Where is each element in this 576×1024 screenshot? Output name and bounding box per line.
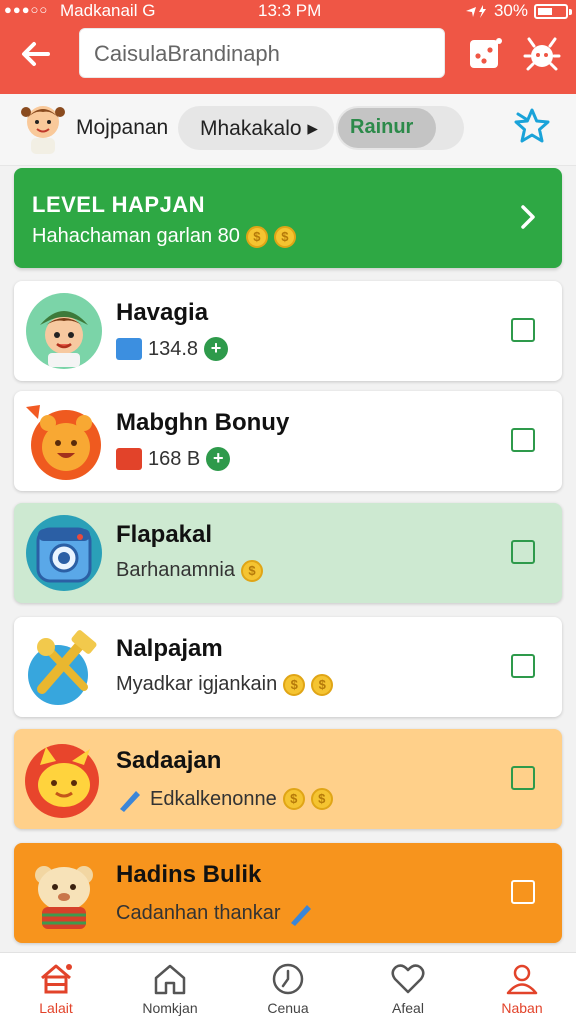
clock-icon <box>272 963 304 995</box>
pen-icon <box>290 905 311 926</box>
nav-item-profile[interactable]: Naban <box>472 960 572 1020</box>
level-title: LEVEL HAPJAN <box>32 192 206 217</box>
nav-label: Afeal <box>392 1000 424 1016</box>
clock-time: 13:3 PM <box>258 1 322 20</box>
tab-first[interactable]: Mojpanan <box>64 106 194 150</box>
coin-icon: $ <box>240 559 263 582</box>
nav-item-latest[interactable]: Lalait <box>6 960 106 1020</box>
coin-icon: $ <box>245 225 268 248</box>
item-checkbox[interactable] <box>511 654 535 678</box>
bear-avatar-icon <box>35 866 93 929</box>
coin-icon: $ <box>310 788 333 810</box>
tab-third-label: Rainur <box>338 108 436 148</box>
star-icon[interactable] <box>512 106 552 146</box>
item-subtitle: Barhanamnia <box>116 559 235 581</box>
signal-dots-icon: ●●●○○ <box>4 2 49 17</box>
search-value: CaisulaBrandinaph <box>94 41 280 66</box>
battery-icon <box>534 3 572 19</box>
nav-label: Cenua <box>267 1000 309 1016</box>
camera-app-icon <box>26 515 102 591</box>
item-subtitle-row: Cadanhan thankar <box>116 899 315 927</box>
tab-first-label: Mojpanan <box>76 116 169 139</box>
pen-icon <box>120 791 140 812</box>
item-subtitle-row: Edkalkenonne $ $ <box>116 785 333 813</box>
carrier-label: Madkanail G <box>60 1 156 20</box>
nav-label: Naban <box>501 1000 543 1016</box>
item-subtitle: Cadanhan thankar <box>116 901 281 924</box>
item-subtitle-row: Barhanamnia $ <box>116 559 263 582</box>
item-subtitle-row: 168 B + <box>116 447 231 471</box>
item-subtitle-row: 134.8 + <box>116 337 229 361</box>
heart-icon <box>391 964 425 994</box>
item-checkbox[interactable] <box>511 318 535 342</box>
item-checkbox[interactable] <box>511 766 535 790</box>
coin-icon: $ <box>311 673 334 696</box>
item-checkbox[interactable] <box>511 540 535 564</box>
dice-icon[interactable] <box>465 34 505 74</box>
boy-avatar-icon <box>26 293 102 369</box>
house-icon <box>154 964 186 995</box>
list-item[interactable]: Hadins Bulik Cadanhan thankar <box>14 843 562 943</box>
level-subtitle-row: Hahachaman garlan 80 $ $ <box>32 225 296 248</box>
item-title: Nalpajam <box>116 635 223 662</box>
chevron-right-icon <box>521 205 535 229</box>
nav-item-favorites[interactable]: Afeal <box>358 960 458 1020</box>
item-subtitle: Myadkar igjankain <box>116 673 278 695</box>
level-banner[interactable]: LEVEL HAPJAN Hahachaman garlan 80 $ $ <box>14 168 562 268</box>
person-icon <box>506 964 538 995</box>
nav-item-center[interactable]: Cenua <box>238 960 338 1020</box>
item-subtitle: 134.8 <box>148 337 199 360</box>
item-title: Havagia <box>116 299 209 326</box>
back-arrow-icon[interactable] <box>18 36 54 72</box>
level-subtitle: Hahachaman garlan 80 <box>32 225 240 247</box>
mascot-avatar[interactable] <box>18 100 68 156</box>
gift-box-icon <box>116 448 142 470</box>
item-title: Mabghn Bonuy <box>116 409 290 436</box>
nav-label: Nomkjan <box>142 1000 198 1016</box>
item-subtitle: 168 B <box>148 447 201 470</box>
item-title: Hadins Bulik <box>116 861 262 888</box>
item-title: Flapakal <box>116 521 213 548</box>
list-item[interactable]: Havagia 134.8 + <box>14 281 562 381</box>
nav-item-home[interactable]: Nomkjan <box>120 960 220 1020</box>
status-bar: ●●●○○ Madkanail G 13:3 PM 30% <box>0 0 576 22</box>
home-icon <box>41 964 72 994</box>
location-icon <box>465 5 486 18</box>
list-item[interactable]: Flapakal Barhanamnia $ <box>14 503 562 603</box>
item-checkbox[interactable] <box>511 880 535 904</box>
tab-second-label: Mhakakalo ▸ <box>200 117 318 140</box>
battery-percent: 30% <box>493 1 528 20</box>
add-icon[interactable]: + <box>204 337 229 361</box>
cat-avatar-icon <box>25 744 99 818</box>
add-icon[interactable]: + <box>206 447 231 471</box>
gift-box-icon <box>116 338 142 360</box>
item-subtitle: Edkalkenonne <box>150 787 277 810</box>
bug-icon[interactable] <box>522 34 562 74</box>
item-subtitle-row: Myadkar igjankain $ $ <box>116 673 334 696</box>
list-item[interactable]: Nalpajam Myadkar igjankain $ $ <box>14 617 562 717</box>
coin-icon: $ <box>273 225 296 248</box>
app-header: ●●●○○ Madkanail G 13:3 PM 30% CaisulaBra… <box>0 0 576 94</box>
search-input[interactable]: CaisulaBrandinaph <box>79 28 445 78</box>
status-right: 30% <box>464 1 572 21</box>
nav-label: Lalait <box>39 1000 73 1016</box>
coin-icon: $ <box>282 788 305 810</box>
tools-icon <box>28 630 97 705</box>
tab-second[interactable]: Mhakakalo ▸ <box>178 106 334 150</box>
lion-avatar-icon <box>26 405 101 480</box>
list-item[interactable]: Sadaajan Edkalkenonne $ $ <box>14 729 562 829</box>
list-item[interactable]: Mabghn Bonuy 168 B + <box>14 391 562 491</box>
tab-third[interactable]: Rainur <box>336 106 464 150</box>
item-checkbox[interactable] <box>511 428 535 452</box>
coin-icon: $ <box>283 673 306 696</box>
item-title: Sadaajan <box>116 747 222 774</box>
